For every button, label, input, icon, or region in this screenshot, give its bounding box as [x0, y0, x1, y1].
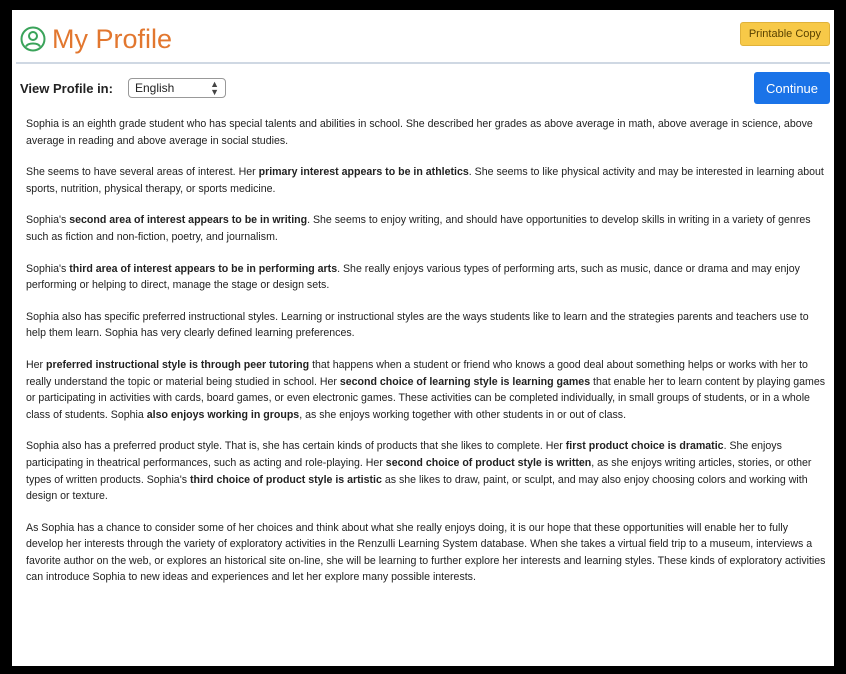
profile-paragraph: Her preferred instructional style is thr…	[26, 357, 828, 423]
continue-button[interactable]: Continue	[754, 72, 830, 104]
highlighted-text: second choice of learning style is learn…	[339, 375, 591, 388]
language-select[interactable]: English ▲ ▼	[128, 78, 226, 98]
paragraph-text: , as she enjoys working together with ot…	[299, 408, 627, 421]
paragraph-text: As Sophia has a chance to consider some …	[26, 521, 826, 584]
highlighted-text: second choice of product style is writte…	[385, 456, 592, 469]
highlighted-text: third choice of product style is artisti…	[189, 473, 382, 486]
highlighted-text: third area of interest appears to be in …	[69, 262, 338, 275]
profile-window: My Profile Printable Copy View Profile i…	[0, 0, 846, 674]
profile-paragraph: She seems to have several areas of inter…	[26, 164, 828, 197]
profile-paragraph: Sophia also has specific preferred instr…	[26, 309, 828, 342]
user-circle-icon	[20, 26, 46, 52]
paragraph-text: Her	[26, 358, 47, 371]
view-profile-label: View Profile in:	[20, 81, 113, 96]
highlighted-text: primary interest appears to be in athlet…	[258, 166, 469, 179]
paragraph-text: Sophia also has a preferred product styl…	[26, 440, 566, 453]
page-title: My Profile	[52, 24, 173, 54]
paragraph-text: Sophia also has specific preferred instr…	[26, 310, 809, 340]
profile-paragraph: As Sophia has a chance to consider some …	[26, 520, 828, 586]
profile-paragraph: Sophia is an eighth grade student who ha…	[26, 116, 828, 149]
title-group: My Profile	[20, 24, 172, 54]
page-header: My Profile Printable Copy	[16, 10, 830, 64]
paragraph-text: She seems to have several areas of inter…	[26, 166, 259, 179]
highlighted-text: preferred instructional style is through…	[46, 358, 310, 371]
profile-paragraph: Sophia also has a preferred product styl…	[26, 438, 828, 504]
printable-copy-button[interactable]: Printable Copy	[739, 22, 830, 46]
highlighted-text: also enjoys working in groups	[146, 408, 300, 421]
highlighted-text: second area of interest appears to be in…	[69, 214, 308, 227]
profile-paragraph: Sophia's third area of interest appears …	[26, 261, 828, 294]
paragraph-text: Sophia's	[26, 214, 70, 227]
profile-description: Sophia is an eighth grade student who ha…	[12, 112, 834, 586]
language-selected-value: English	[135, 81, 175, 95]
select-arrows-icon: ▲ ▼	[210, 79, 219, 97]
highlighted-text: first product choice is dramatic	[565, 440, 724, 453]
view-profile-toolbar: View Profile in: English ▲ ▼ Continue	[16, 64, 830, 112]
profile-paragraph: Sophia's second area of interest appears…	[26, 212, 828, 245]
paragraph-text: Sophia's	[26, 262, 70, 275]
paragraph-text: Sophia is an eighth grade student who ha…	[26, 118, 813, 147]
